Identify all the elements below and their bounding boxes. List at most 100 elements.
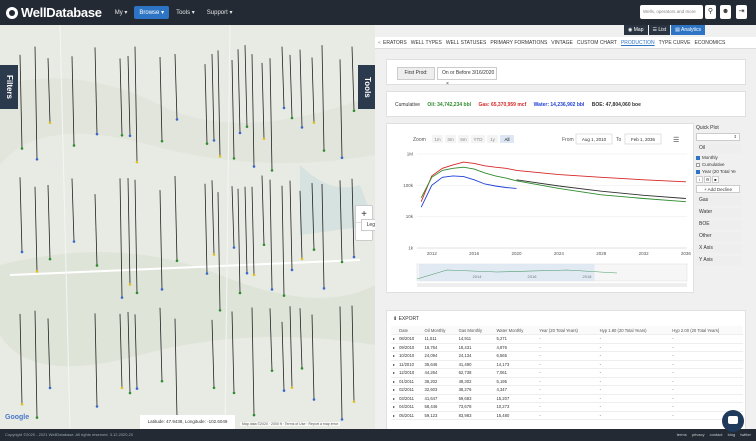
zoom-option-6m[interactable]: 6m (460, 137, 467, 142)
well-marker[interactable] (48, 386, 52, 390)
footer-link-twitter[interactable]: twitter (740, 432, 751, 437)
table-header-cell[interactable]: Date (397, 326, 423, 335)
well-marker[interactable] (175, 259, 179, 262)
well-marker[interactable] (312, 398, 316, 401)
info-icon[interactable]: i (696, 176, 703, 183)
export-button[interactable]: ⬇ EXPORT (393, 316, 419, 322)
map-canvas[interactable] (0, 25, 375, 429)
view-list-button[interactable]: ☰ List (648, 25, 671, 35)
well-marker[interactable] (120, 386, 124, 390)
well-marker[interactable] (205, 142, 209, 145)
well-marker[interactable] (312, 248, 316, 251)
well-marker[interactable] (20, 250, 24, 254)
well-marker[interactable] (340, 260, 344, 264)
table-row[interactable]: ▸ 10/2010 24,094 24,134 6,565- - - (391, 351, 743, 361)
chart-menu-icon[interactable]: ☰ (673, 137, 679, 144)
range-navigator-selection[interactable] (419, 264, 595, 281)
well-marker[interactable] (232, 391, 236, 395)
series-line-water[interactable] (420, 175, 517, 208)
logout-icon[interactable]: ⇥ (736, 5, 747, 19)
nav-browse[interactable]: Browse ▾ (134, 6, 170, 19)
qp-year-option[interactable]: Year (20 Total Ye (696, 169, 746, 174)
table-row[interactable]: ▸ 12/2010 44,264 62,738 7,061- - - (391, 368, 743, 378)
footer-link-privacy[interactable]: privacy (692, 432, 705, 437)
table-header-cell[interactable]: Hyp 2.00 (20 Total Years) (670, 326, 743, 335)
checkbox-year[interactable] (696, 169, 700, 174)
table-row[interactable]: ▸ 03/2011 41,647 59,683 15,207- - - (391, 394, 743, 403)
tab-vintage[interactable]: VINTAGE (551, 40, 573, 46)
table-row[interactable]: ▸ 08/2010 11,511 14,911 5,271- - - (391, 334, 743, 344)
tools-tab[interactable]: Tools (358, 65, 375, 109)
well-marker[interactable] (352, 255, 356, 259)
well-marker[interactable] (352, 400, 356, 403)
tab-type-curve[interactable]: TYPE CURVE (659, 40, 691, 46)
well-marker[interactable] (72, 144, 76, 147)
zoom-option-ytd[interactable]: YTD (474, 137, 484, 142)
well-marker[interactable] (245, 271, 249, 275)
well-marker[interactable] (35, 416, 39, 419)
well-marker[interactable] (128, 283, 132, 286)
quick-plot-x-axis[interactable]: X Axis (696, 244, 742, 253)
well-marker[interactable] (160, 139, 164, 143)
well-marker[interactable] (48, 257, 52, 261)
table-row[interactable]: ▸ 09/2010 16,764 18,431 4,876- - - (391, 343, 743, 352)
filters-tab[interactable]: Filters (0, 65, 18, 109)
table-row[interactable]: ▸ 02/2011 32,603 38,276 4,347- - - (391, 385, 743, 395)
well-marker[interactable] (290, 116, 294, 120)
table-header-cell[interactable]: Year (20 Total Years) (537, 326, 598, 335)
well-marker[interactable] (120, 296, 124, 299)
well-marker[interactable] (48, 121, 52, 125)
quick-plot-other[interactable]: Other (696, 232, 742, 241)
table-header-cell[interactable]: Gas Monthly (456, 326, 495, 335)
well-marker[interactable] (35, 270, 39, 273)
well-marker[interactable] (212, 253, 216, 256)
well-marker[interactable] (300, 126, 304, 129)
well-marker[interactable] (300, 367, 304, 370)
from-date-value[interactable]: Aug 1, 2010 (582, 137, 607, 142)
add-decline-button[interactable]: + Add Decline (696, 185, 740, 193)
well-marker[interactable] (175, 118, 179, 121)
tab-well-statuses[interactable]: WELL STATUSES (446, 40, 486, 46)
well-marker[interactable] (212, 386, 216, 390)
qp-monthly-option[interactable]: Monthly (696, 155, 746, 160)
well-marker[interactable] (322, 287, 326, 290)
well-marker[interactable] (312, 121, 316, 124)
well-marker[interactable] (262, 137, 266, 141)
table-header-cell[interactable]: Water Monthly (494, 326, 538, 335)
zoom-option-3m[interactable]: 3m (447, 137, 454, 142)
well-marker[interactable] (232, 246, 236, 249)
well-marker[interactable] (135, 291, 139, 295)
well-marker[interactable] (340, 418, 344, 421)
well-marker[interactable] (135, 387, 139, 390)
checkbox-cumulative[interactable] (696, 162, 700, 167)
table-row[interactable]: ▸ 11/2010 35,646 41,490 14,173- - - (391, 360, 743, 369)
well-marker[interactable] (282, 294, 286, 297)
first-prod-value-chip[interactable]: On or Before 3/16/2020 × (437, 67, 497, 87)
table-row[interactable]: ▸ 01/2011 36,202 49,302 5,195- - - (391, 377, 743, 386)
well-marker[interactable] (212, 139, 216, 142)
delete-icon[interactable]: ■ (712, 176, 719, 183)
zoom-option-1y[interactable]: 1y (490, 137, 496, 142)
well-marker[interactable] (270, 369, 274, 372)
quick-plot-select[interactable]: ⇕ (696, 133, 740, 141)
well-marker[interactable] (160, 379, 164, 383)
well-marker[interactable] (95, 405, 99, 408)
well-marker[interactable] (252, 273, 256, 277)
well-marker[interactable] (340, 156, 344, 159)
well-marker[interactable] (322, 149, 326, 152)
well-marker[interactable] (290, 268, 294, 272)
well-marker[interactable] (218, 308, 222, 312)
well-marker[interactable] (300, 257, 304, 261)
well-marker[interactable] (218, 155, 222, 158)
user-icon[interactable]: ☻ (720, 5, 731, 19)
view-analytics-button[interactable]: ▤ Analytics (671, 25, 706, 35)
well-marker[interactable] (290, 386, 294, 389)
well-marker[interactable] (270, 288, 274, 291)
well-marker[interactable] (270, 169, 274, 172)
well-marker[interactable] (238, 131, 242, 135)
tab-well-types[interactable]: WELL TYPES (411, 40, 442, 46)
well-marker[interactable] (238, 291, 242, 295)
well-marker[interactable] (128, 391, 132, 395)
qp-cumulative-option[interactable]: Cumulative (696, 162, 746, 167)
table-header-cell[interactable]: Oil Monthly (422, 326, 457, 335)
